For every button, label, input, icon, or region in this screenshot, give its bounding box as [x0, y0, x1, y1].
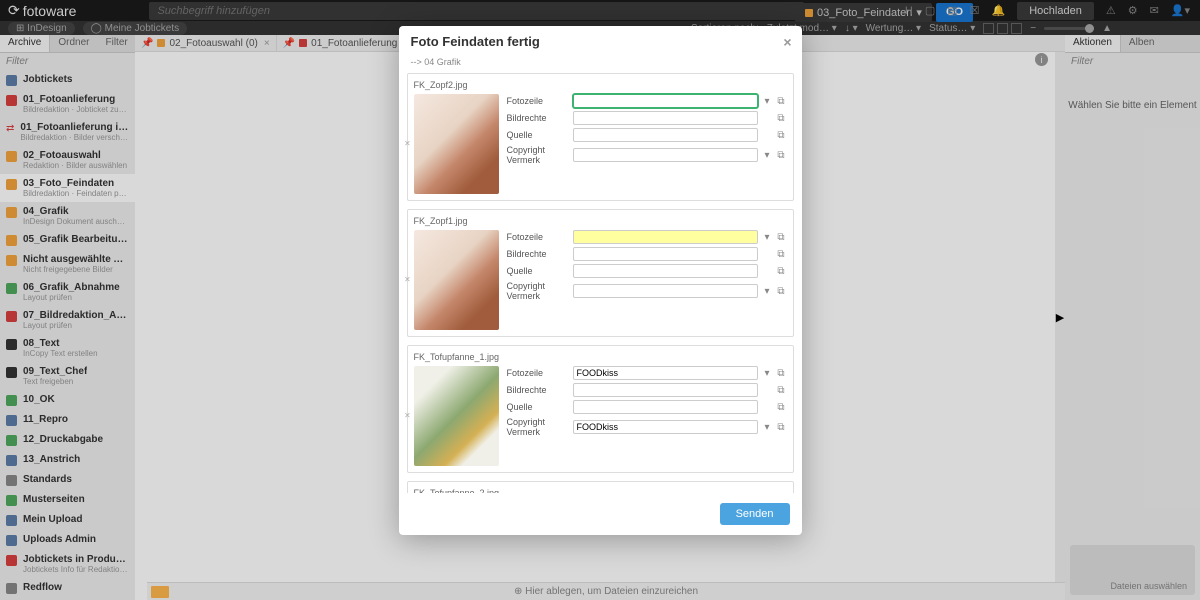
close-icon[interactable]: ×	[783, 34, 791, 50]
field-label-fotozeile: Fotozeile	[507, 96, 569, 106]
bildrechte-input[interactable]	[573, 247, 758, 261]
field-label-bildrechte: Bildrechte	[507, 113, 569, 123]
asset-filename: FK_Zopf2.jpg	[414, 80, 787, 90]
quelle-input[interactable]	[573, 400, 758, 414]
feindaten-modal: Foto Feindaten fertig × --> 04 Grafik FK…	[399, 26, 802, 535]
modal-title: Foto Feindaten fertig	[411, 34, 540, 49]
modal-subtitle: --> 04 Grafik	[399, 57, 802, 73]
apply-down-icon[interactable]: ▾	[762, 422, 773, 433]
asset-block: FK_Tofupfanne_1.jpg × Fotozeile ▾⧉ Bildr…	[407, 345, 794, 473]
apply-down-icon[interactable]: ▾	[762, 286, 773, 297]
copy-icon[interactable]: ⧉	[776, 385, 787, 396]
copy-icon[interactable]: ⧉	[776, 368, 787, 379]
copyright-input[interactable]	[573, 420, 758, 434]
remove-asset-icon[interactable]: ×	[405, 139, 411, 150]
copy-icon[interactable]: ⧉	[776, 422, 787, 433]
asset-block: FK_Zopf1.jpg × Fotozeile ▾⧉ Bildrechte ▾…	[407, 209, 794, 337]
bildrechte-input[interactable]	[573, 383, 758, 397]
field-label-fotozeile: Fotozeile	[507, 232, 569, 242]
asset-thumbnail[interactable]	[414, 366, 499, 466]
modal-overlay: Foto Feindaten fertig × --> 04 Grafik FK…	[0, 0, 1200, 600]
remove-asset-icon[interactable]: ×	[405, 411, 411, 422]
asset-thumbnail[interactable]	[414, 230, 499, 330]
copy-icon[interactable]: ⧉	[776, 130, 787, 141]
quelle-input[interactable]	[573, 128, 758, 142]
apply-down-icon[interactable]: ▾	[762, 96, 773, 107]
field-label-copyright: Copyright Vermerk	[507, 417, 569, 437]
field-label-quelle: Quelle	[507, 266, 569, 276]
bildrechte-input[interactable]	[573, 111, 758, 125]
apply-down-icon[interactable]: ▾	[762, 150, 773, 161]
copy-icon[interactable]: ⧉	[776, 402, 787, 413]
asset-thumbnail[interactable]	[414, 94, 499, 194]
field-label-fotozeile: Fotozeile	[507, 368, 569, 378]
field-label-bildrechte: Bildrechte	[507, 249, 569, 259]
apply-down-icon[interactable]: ▾	[762, 232, 773, 243]
field-label-quelle: Quelle	[507, 402, 569, 412]
remove-asset-icon[interactable]: ×	[405, 275, 411, 286]
copy-icon[interactable]: ⧉	[776, 150, 787, 161]
copy-icon[interactable]: ⧉	[776, 249, 787, 260]
fotozeile-input[interactable]	[573, 366, 758, 380]
asset-block: FK_Tofupfanne_2.jpg	[407, 481, 794, 493]
fotozeile-input[interactable]	[573, 94, 758, 108]
quelle-input[interactable]	[573, 264, 758, 278]
fotozeile-input[interactable]	[573, 230, 758, 244]
copy-icon[interactable]: ⧉	[776, 286, 787, 297]
asset-filename: FK_Zopf1.jpg	[414, 216, 787, 226]
field-label-quelle: Quelle	[507, 130, 569, 140]
copy-icon[interactable]: ⧉	[776, 232, 787, 243]
send-button[interactable]: Senden	[720, 503, 790, 525]
copyright-input[interactable]	[573, 284, 758, 298]
field-label-bildrechte: Bildrechte	[507, 385, 569, 395]
field-label-copyright: Copyright Vermerk	[507, 281, 569, 301]
asset-filename: FK_Tofupfanne_1.jpg	[414, 352, 787, 362]
copy-icon[interactable]: ⧉	[776, 96, 787, 107]
asset-block: FK_Zopf2.jpg × Fotozeile ▾⧉ Bildrechte ▾…	[407, 73, 794, 201]
field-label-copyright: Copyright Vermerk	[507, 145, 569, 165]
copy-icon[interactable]: ⧉	[776, 266, 787, 277]
copy-icon[interactable]: ⧉	[776, 113, 787, 124]
apply-down-icon[interactable]: ▾	[762, 368, 773, 379]
copyright-input[interactable]	[573, 148, 758, 162]
